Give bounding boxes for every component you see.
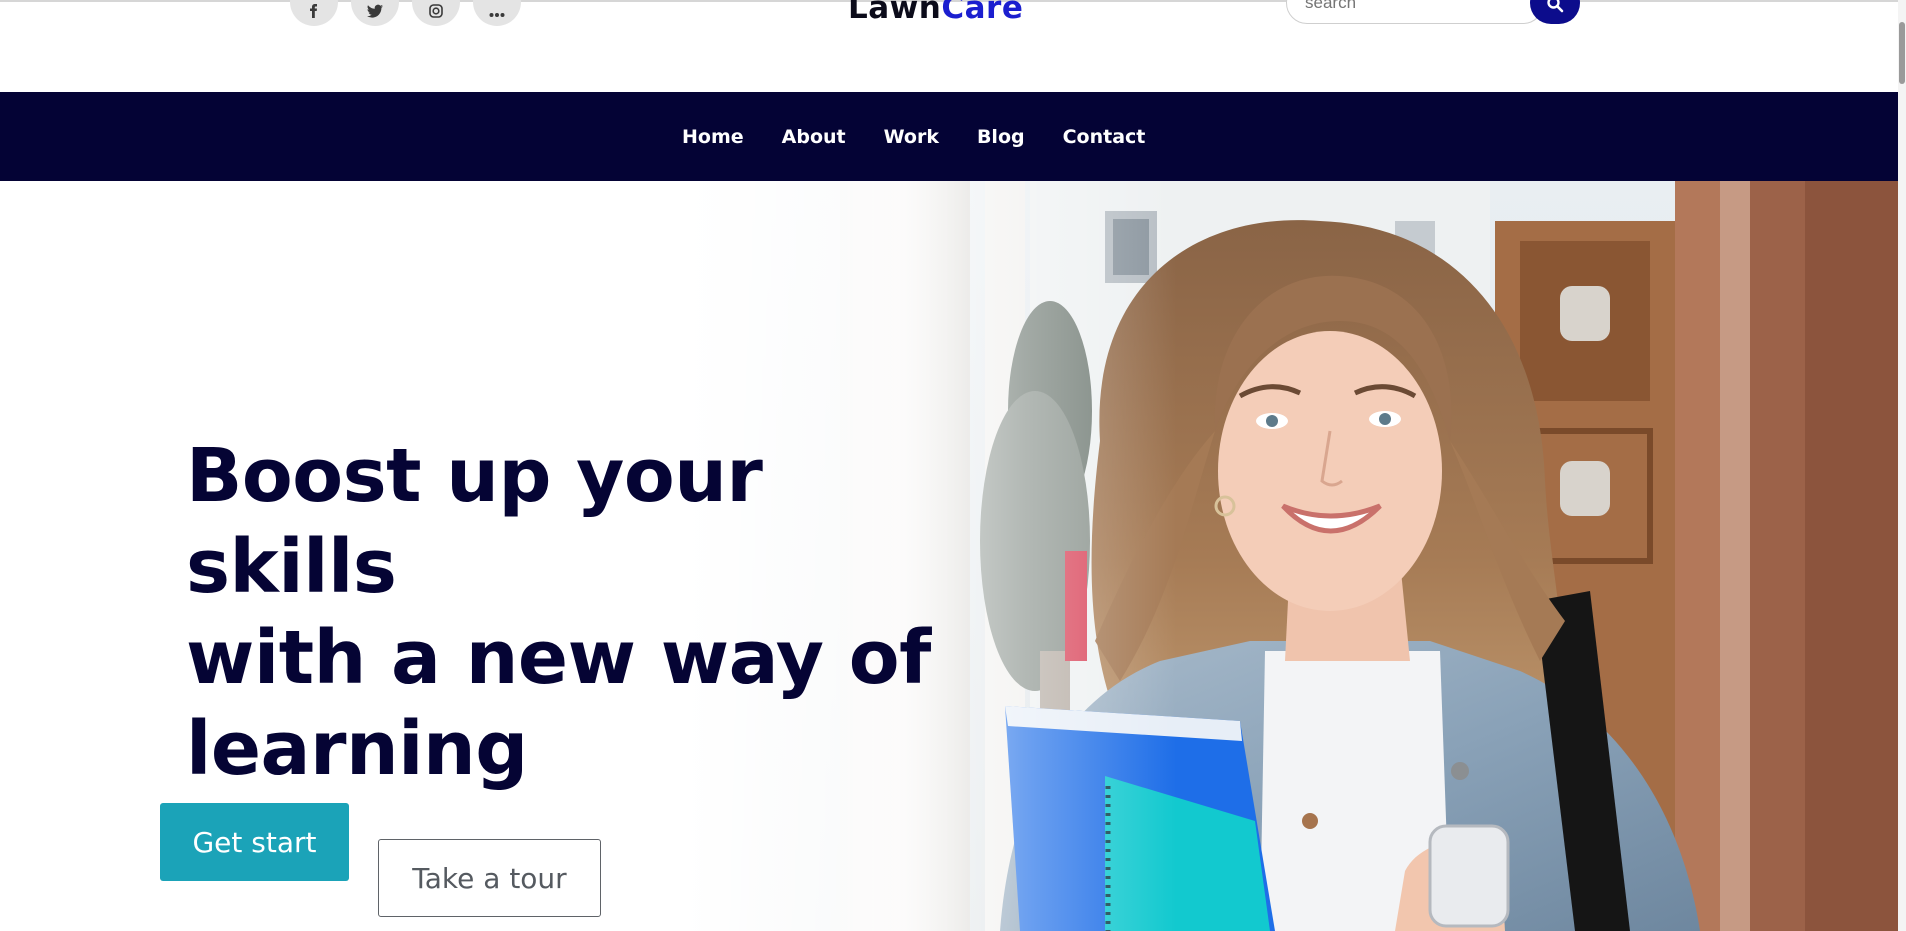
nav-link-contact[interactable]: Contact	[1063, 126, 1146, 148]
nav-menu: Home About Work Blog Contact	[682, 92, 1145, 181]
nav-link-about[interactable]: About	[782, 126, 846, 148]
headline-line-3: learning	[186, 706, 528, 792]
search-input[interactable]	[1286, 0, 1544, 24]
nav-item-work: Work	[884, 126, 939, 148]
social-links	[290, 0, 521, 26]
hero-headline: Boost up your skills with a new way of l…	[186, 431, 986, 795]
search-bar	[1286, 0, 1580, 24]
twitter-icon[interactable]	[351, 0, 399, 26]
nav-item-about: About	[782, 126, 846, 148]
more-icon[interactable]	[473, 0, 521, 26]
get-start-button[interactable]: Get start	[160, 803, 349, 881]
logo-text-main: Lawn	[848, 0, 942, 26]
scrollbar-thumb[interactable]	[1899, 22, 1905, 84]
hero-section: Boost up your skills with a new way of l…	[0, 181, 1898, 931]
nav-link-blog[interactable]: Blog	[977, 126, 1025, 148]
nav-link-home[interactable]: Home	[682, 126, 744, 148]
headline-line-2: with a new way of	[186, 615, 931, 701]
nav-item-contact: Contact	[1063, 126, 1146, 148]
search-icon	[1546, 0, 1564, 18]
top-header: LawnCare	[0, 0, 1906, 92]
main-navigation: Home About Work Blog Contact	[0, 92, 1906, 181]
nav-item-blog: Blog	[977, 126, 1025, 148]
nav-link-work[interactable]: Work	[884, 126, 939, 148]
take-a-tour-button[interactable]: Take a tour	[378, 839, 601, 917]
site-logo[interactable]: LawnCare	[848, 0, 1023, 26]
page: LawnCare Home About Work Blog Contact	[0, 0, 1906, 931]
page-scrollbar[interactable]	[1898, 0, 1906, 931]
instagram-icon[interactable]	[412, 0, 460, 26]
headline-line-1: Boost up your skills	[186, 433, 763, 610]
logo-text-accent: Care	[941, 0, 1024, 26]
nav-item-home: Home	[682, 126, 744, 148]
search-button[interactable]	[1530, 0, 1580, 24]
facebook-icon[interactable]	[290, 0, 338, 26]
